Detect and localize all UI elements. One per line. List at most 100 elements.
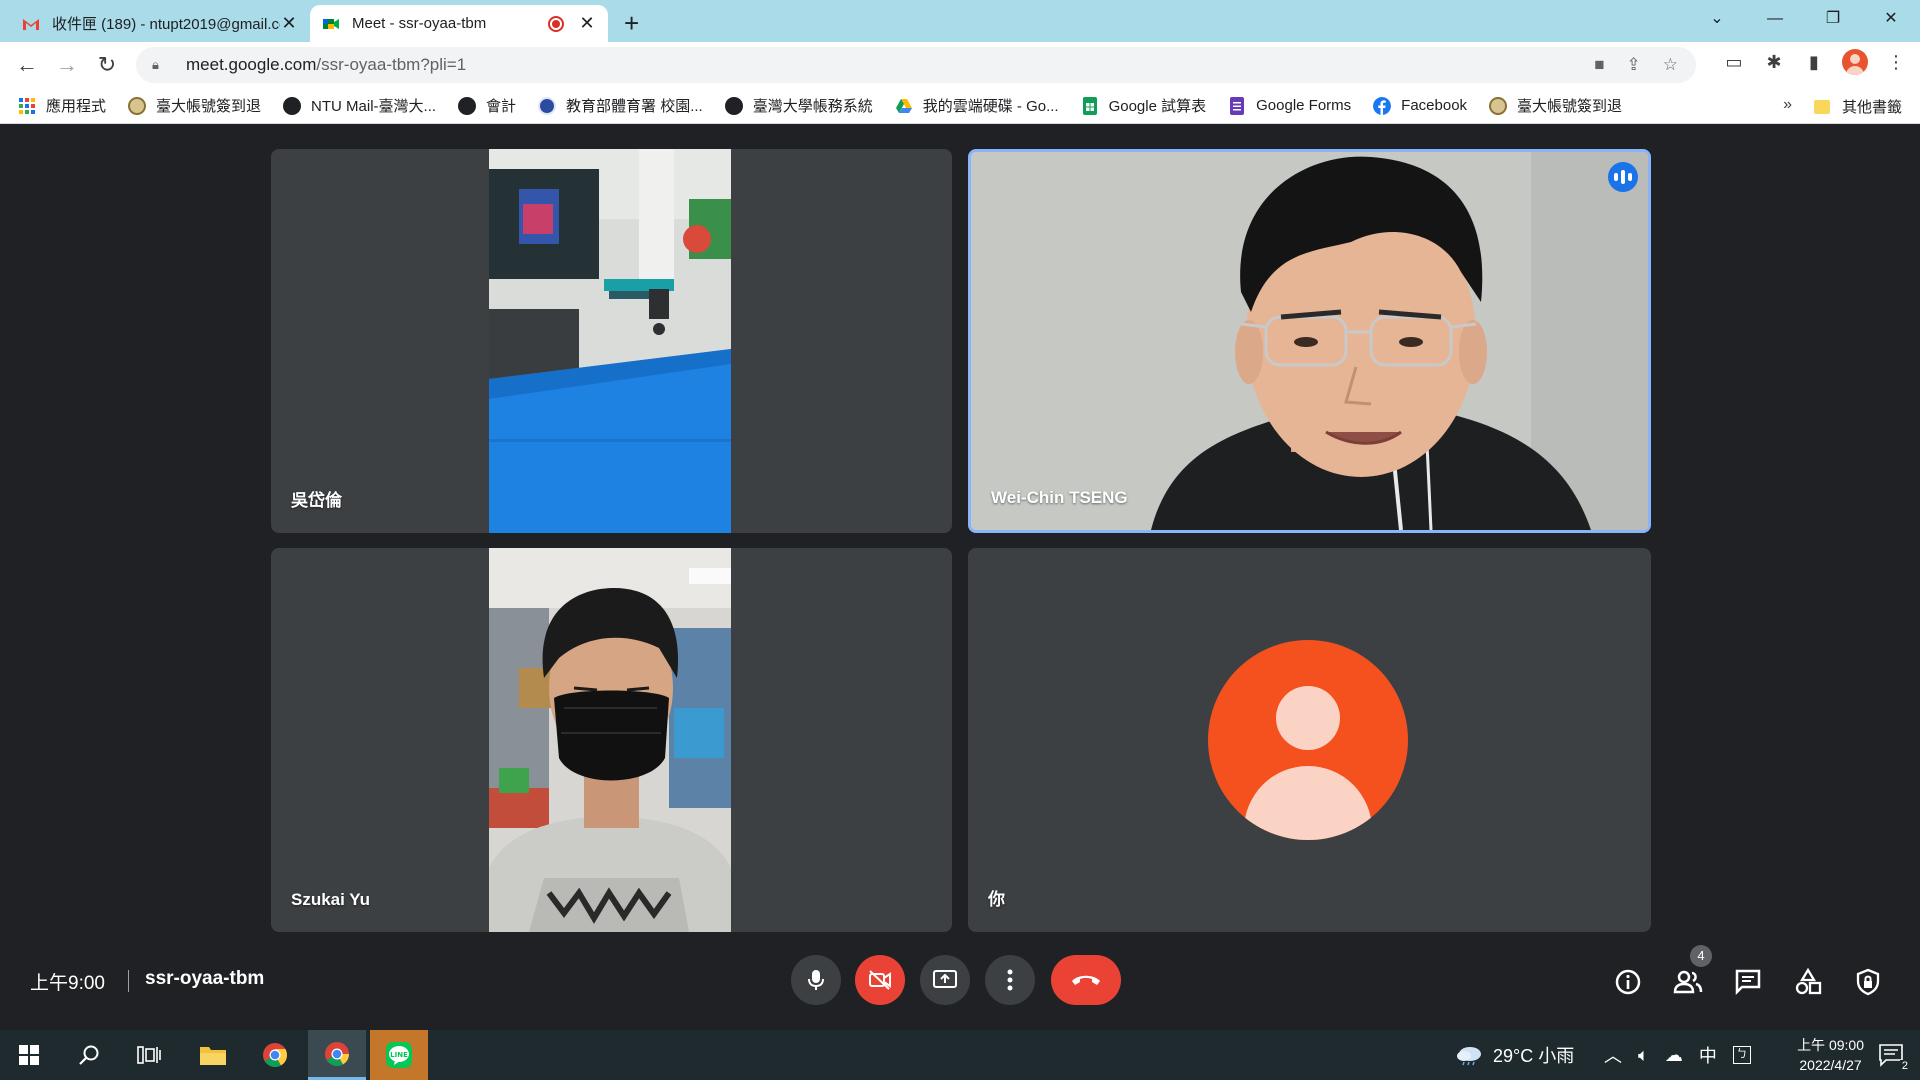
ntu-seal-icon [1489, 96, 1508, 115]
close-window-icon[interactable]: ✕ [1862, 0, 1920, 38]
task-view-button[interactable] [120, 1030, 178, 1080]
menu-kebab-icon[interactable]: ⋮ [1884, 52, 1908, 73]
participant-tile[interactable]: Szukai Yu [271, 548, 952, 932]
weather-widget[interactable]: 29°C 小雨 [1455, 1030, 1574, 1080]
host-controls-button[interactable] [1852, 966, 1884, 998]
line-app-button[interactable]: LINE [370, 1030, 428, 1080]
bookmark-ntu-mail[interactable]: NTU Mail-臺灣大... [283, 95, 436, 116]
close-tab-icon[interactable]: ✕ [578, 13, 596, 34]
leave-call-button[interactable] [1051, 955, 1121, 1005]
meeting-clock: 上午9:00 [30, 973, 105, 994]
globe-icon [724, 96, 743, 115]
shield-lock-icon [1856, 968, 1880, 996]
browser-toolbar: ← → ↻ 🔒︎ meet.google.com/ssr-oyaa-tbm?pl… [0, 42, 1920, 88]
activities-button[interactable] [1792, 966, 1824, 998]
bookmark-ntu-signin[interactable]: 臺大帳號簽到退 [128, 95, 261, 116]
url-text: meet.google.com/ssr-oyaa-tbm?pli=1 [186, 55, 467, 74]
tab-title: 收件匣 (189) - ntupt2019@gmail.com [52, 16, 280, 33]
meeting-details-button[interactable] [1612, 966, 1644, 998]
folder-icon [200, 1047, 226, 1065]
task-view-icon [137, 1046, 161, 1064]
volume-icon[interactable]: 🔈︎ [1638, 1045, 1649, 1066]
system-tray: ︿ 🔈︎ ☁︎ 中 ㄅ [1604, 1030, 1751, 1080]
chrome-button[interactable] [246, 1030, 304, 1080]
participant-video [971, 152, 1648, 530]
notifications-button[interactable]: 2 [1862, 1030, 1920, 1080]
present-screen-button[interactable] [920, 955, 970, 1005]
tab-gmail[interactable]: 收件匣 (189) - ntupt2019@gmail.com ✕ [10, 5, 310, 42]
meet-icon [323, 18, 339, 29]
facebook-icon [1373, 96, 1392, 115]
self-tile[interactable]: 你 [968, 548, 1651, 932]
drive-icon [895, 98, 912, 113]
present-screen-icon [933, 970, 957, 988]
more-bookmarks-chevron-icon[interactable]: » [1783, 96, 1792, 114]
lock-icon[interactable]: 🔒︎ [152, 57, 168, 73]
restore-icon[interactable]: ❐ [1804, 0, 1862, 38]
gmail-icon [23, 18, 39, 30]
speaking-indicator-icon [1608, 162, 1638, 192]
bookmark-ntu-signin-2[interactable]: 臺大帳號簽到退 [1489, 95, 1622, 116]
extensions-icon[interactable]: ✱ [1762, 52, 1786, 73]
participants-count-badge: 4 [1690, 945, 1712, 967]
participant-name: Wei-Chin TSENG [991, 488, 1128, 507]
more-options-button[interactable] [985, 955, 1035, 1005]
ime-indicator[interactable]: 中 [1699, 1042, 1717, 1068]
new-tab-button[interactable]: + [624, 8, 639, 39]
back-icon[interactable]: ← [12, 52, 42, 78]
search-button[interactable] [60, 1030, 118, 1080]
bookmark-google-sheets[interactable]: Google 試算表 [1081, 95, 1206, 116]
forward-icon[interactable]: → [52, 52, 82, 78]
bookmark-facebook[interactable]: Facebook [1373, 96, 1467, 115]
bookmark-accounting[interactable]: 會計 [458, 95, 516, 116]
microphone-button[interactable] [791, 955, 841, 1005]
globe-icon [458, 96, 477, 115]
file-explorer-button[interactable] [184, 1030, 242, 1080]
participant-tile-active-speaker[interactable]: Wei-Chin TSENG [968, 149, 1651, 533]
show-hidden-icons-chevron-icon[interactable]: ︿ [1604, 1042, 1622, 1068]
taskbar-clock[interactable]: 上午 09:00 2022/4/27 [1797, 1035, 1864, 1075]
chrome-icon [263, 1043, 287, 1068]
participant-name: 你 [988, 890, 1005, 909]
meeting-code: ssr-oyaa-tbm [145, 968, 265, 989]
share-icon[interactable]: ⇪ [1627, 55, 1641, 75]
ntu-seal-icon [128, 96, 147, 115]
more-vert-icon [1007, 969, 1013, 991]
bookmark-apps[interactable]: 應用程式 [18, 95, 106, 116]
start-button[interactable] [0, 1030, 58, 1080]
bookmark-drive[interactable]: 我的雲端硬碟 - Go... [895, 95, 1059, 116]
side-panel-icon[interactable]: ▮ [1802, 52, 1826, 73]
profile-avatar[interactable] [1842, 49, 1868, 75]
folder-icon [1813, 99, 1830, 114]
tab-meet[interactable]: Meet - ssr-oyaa-tbm ✕ [310, 5, 608, 42]
participant-video [489, 149, 731, 533]
reload-icon[interactable]: ↻ [92, 52, 122, 78]
participant-name: 吳岱倫 [291, 491, 342, 510]
tab-search-icon[interactable]: ⌄ [1688, 0, 1746, 38]
activities-shapes-icon [1795, 968, 1822, 995]
chat-button[interactable] [1732, 966, 1764, 998]
close-tab-icon[interactable]: ✕ [280, 13, 298, 34]
bookmark-ntu-accounts[interactable]: 臺灣大學帳務系統 [724, 95, 873, 116]
cast-icon[interactable]: ▭ [1722, 52, 1746, 73]
onedrive-cloud-icon[interactable]: ☁︎ [1665, 1045, 1683, 1066]
people-icon [1673, 970, 1703, 994]
bookmark-moe-sports[interactable]: 教育部體育署 校園... [538, 95, 703, 116]
minimize-icon[interactable]: — [1746, 0, 1804, 38]
ime-mode-icon[interactable]: ㄅ [1732, 1046, 1751, 1064]
chrome-button-active[interactable] [308, 1030, 366, 1080]
bookmarks-bar: 應用程式 臺大帳號簽到退 NTU Mail-臺灣大... 會計 教育部體育署 校… [0, 88, 1920, 124]
address-bar[interactable]: 🔒︎ meet.google.com/ssr-oyaa-tbm?pli=1 ■ … [136, 47, 1696, 83]
other-bookmarks[interactable]: 其他書籤 [1813, 96, 1902, 117]
camera-in-use-icon[interactable]: ■ [1594, 55, 1604, 75]
bookmark-star-icon[interactable]: ☆ [1663, 55, 1678, 75]
camera-toggle-button[interactable] [855, 955, 905, 1005]
show-everyone-button[interactable] [1672, 966, 1704, 998]
line-icon: LINE [386, 1042, 412, 1068]
globe-icon [283, 96, 302, 115]
participant-tile[interactable]: 吳岱倫 [271, 149, 952, 533]
self-avatar [1208, 640, 1408, 840]
hang-up-icon [1072, 975, 1100, 985]
bookmark-google-forms[interactable]: Google Forms [1228, 96, 1351, 115]
moe-logo-icon [538, 96, 557, 115]
